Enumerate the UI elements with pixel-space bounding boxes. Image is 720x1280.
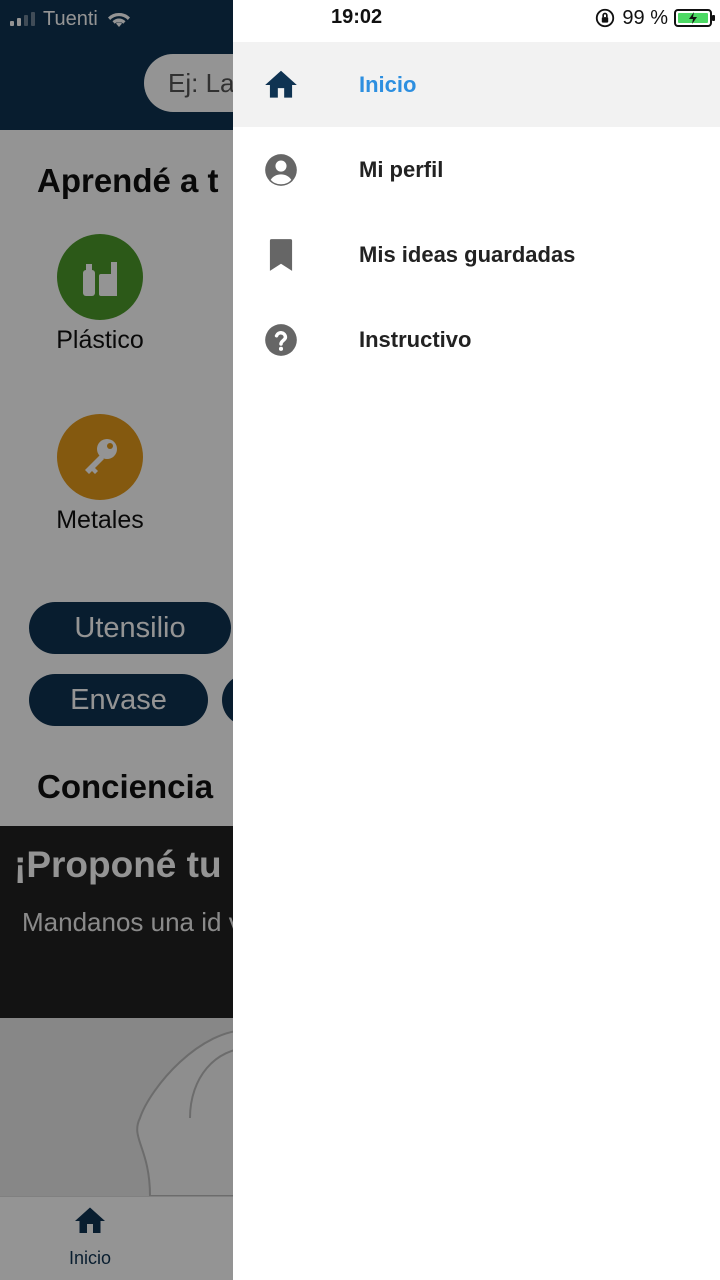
drawer-item-label: Instructivo bbox=[359, 326, 472, 352]
status-bar-right: 99 % bbox=[594, 5, 715, 31]
drawer-item-mis-ideas-guardadas[interactable]: Mis ideas guardadas bbox=[233, 212, 720, 297]
navigation-drawer: 19:02 99 % Inicio Mi perfil Mis ideas gu… bbox=[233, 0, 720, 1280]
home-icon bbox=[262, 66, 300, 104]
drawer-item-inicio[interactable]: Inicio bbox=[233, 42, 720, 127]
drawer-item-mi-perfil[interactable]: Mi perfil bbox=[233, 127, 720, 212]
battery-percent: 99 % bbox=[622, 6, 668, 29]
bookmark-icon bbox=[262, 236, 300, 274]
drawer-item-instructivo[interactable]: Instructivo bbox=[233, 297, 720, 382]
battery-icon bbox=[674, 9, 715, 27]
drawer-item-label: Mis ideas guardadas bbox=[359, 241, 576, 267]
drawer-menu: Inicio Mi perfil Mis ideas guardadas Ins… bbox=[233, 42, 720, 382]
drawer-item-label: Mi perfil bbox=[359, 156, 444, 182]
drawer-item-label: Inicio bbox=[359, 71, 417, 97]
orientation-lock-icon bbox=[596, 8, 615, 28]
help-icon bbox=[262, 321, 300, 359]
account-icon bbox=[262, 151, 300, 189]
status-time: 19:02 bbox=[331, 6, 383, 28]
